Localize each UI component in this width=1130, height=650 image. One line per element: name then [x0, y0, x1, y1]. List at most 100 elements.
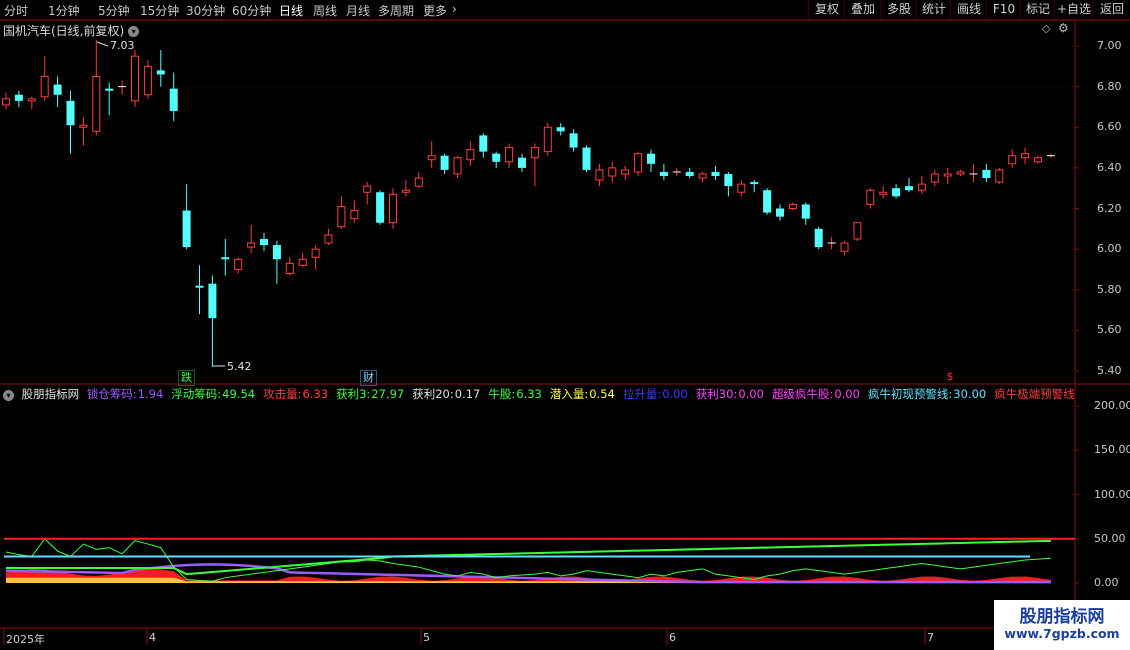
candle-body-up — [1034, 157, 1042, 163]
indicator-item-value: 6.33 — [302, 387, 329, 401]
indicator-dropdown-icon[interactable]: ▾ — [3, 390, 14, 401]
low-price-label: 5.42 — [227, 360, 252, 373]
candle — [1034, 155, 1042, 164]
candle — [776, 204, 784, 221]
candle — [272, 241, 281, 284]
chart-canvas — [0, 19, 1130, 650]
candle-body-down — [685, 171, 694, 176]
indicator-tick-label: 0.00 — [1094, 576, 1119, 589]
candle-body-up — [943, 173, 952, 177]
candle — [840, 241, 849, 256]
candle-body-down — [479, 135, 488, 152]
candle-body-down — [376, 192, 385, 223]
candle — [943, 167, 952, 185]
candle-body-up — [879, 191, 888, 195]
high-price-label: 7.03 — [110, 39, 135, 52]
candle — [234, 257, 243, 274]
event-marker-fall[interactable]: 跌 — [178, 370, 195, 386]
candle-body-up — [608, 167, 617, 177]
candle-body-up — [247, 242, 256, 248]
candle — [659, 163, 668, 181]
candle — [814, 226, 823, 250]
candle — [427, 141, 436, 168]
candle-body-down — [105, 88, 114, 91]
indicator-item: 超级疯牛股:0.00 — [772, 387, 864, 401]
candle-body-up — [285, 262, 294, 274]
candle — [969, 163, 978, 183]
price-tick-label: 7.00 — [1097, 39, 1122, 52]
candle — [750, 180, 759, 193]
indicator-item-value: 0.00 — [662, 387, 688, 401]
indicator-item-label: 潜入量: — [549, 387, 589, 401]
event-marker-finance[interactable]: 财 — [360, 370, 377, 386]
candle — [621, 165, 630, 181]
candle — [543, 123, 552, 156]
candle-body-down — [724, 173, 733, 187]
candle-body-down — [221, 257, 230, 260]
candle-body-up — [917, 183, 926, 191]
indicator-name[interactable]: 股朋指标网 — [22, 387, 80, 401]
indicator-item-label: 浮动筹码: — [171, 387, 222, 401]
candle-body-up — [1008, 155, 1017, 165]
indicator-item-value: 0.00 — [738, 387, 764, 401]
candle-body-up — [311, 248, 320, 258]
candle-body-up — [40, 75, 49, 98]
candle — [530, 143, 539, 187]
candle — [221, 238, 230, 276]
candle — [27, 96, 36, 109]
floating-chips-line — [6, 539, 1051, 576]
candle — [208, 275, 217, 367]
indicator-tick-label: 200.00 — [1094, 399, 1130, 412]
site-watermark: 股朋指标网 www.7gpzb.com — [994, 600, 1130, 650]
indicator-header: ▾ 股朋指标网 锁仓筹码:1.94 浮动筹码:49.54 攻击量:6.33 获利3:2… — [0, 386, 1075, 402]
candle — [260, 232, 268, 252]
candle — [1021, 147, 1030, 164]
price-tick-label: 5.60 — [1097, 323, 1122, 337]
candle — [53, 76, 62, 107]
candle-body-up — [389, 193, 397, 224]
indicator-item-label: 锁仓筹码: — [86, 387, 137, 401]
indicator-item-value: 0.54 — [589, 387, 615, 401]
indicator-item-value: 30.00 — [953, 387, 987, 401]
candle-body-down — [66, 100, 75, 126]
candle — [724, 171, 733, 197]
grid-layer — [0, 45, 1075, 584]
candle — [569, 129, 578, 152]
candle — [66, 90, 75, 154]
candle-body-up — [543, 126, 552, 153]
indicator-item: 疯牛极端预警线:50 — [994, 387, 1075, 401]
indicator-item: 潜入量:0.54 — [550, 387, 619, 401]
indicator-item: 疯牛初现预警线:30.00 — [868, 387, 990, 401]
price-tick-label: 6.40 — [1097, 160, 1122, 174]
candle — [143, 60, 152, 99]
indicator-item: 锁仓筹码:1.94 — [87, 387, 167, 401]
candle-body-down — [750, 182, 759, 185]
candle — [376, 190, 385, 225]
watermark-url: www.7gpzb.com — [1004, 626, 1120, 641]
candle-body-up — [1021, 153, 1030, 159]
candle-body-up — [634, 153, 643, 173]
candle-body-down — [711, 171, 720, 176]
candle-body-down — [14, 94, 23, 101]
candle — [518, 153, 526, 172]
candle — [440, 153, 449, 174]
candle-body-up — [995, 169, 1004, 183]
candle — [169, 72, 178, 122]
candle-body-up — [363, 185, 372, 193]
candle — [79, 117, 88, 146]
candle-body-up — [621, 169, 630, 175]
indicator-tick-label: 100.00 — [1094, 487, 1130, 501]
candle-body-down — [556, 127, 565, 132]
candle — [337, 196, 346, 229]
candle-body-up — [2, 98, 10, 106]
price-tick-label: 5.80 — [1097, 282, 1122, 296]
candle-body-down — [892, 188, 901, 197]
indicator-item: 攻击量:6.33 — [263, 387, 332, 401]
date-label-0: 2025年 — [6, 633, 45, 646]
candle-body-up — [298, 258, 307, 266]
price-tick-label: 5.40 — [1097, 364, 1122, 377]
event-marker-dividend[interactable]: $ — [944, 370, 956, 384]
indicator-item: 获利20:0.17 — [412, 387, 484, 401]
candle — [298, 253, 307, 268]
candle — [505, 143, 514, 168]
